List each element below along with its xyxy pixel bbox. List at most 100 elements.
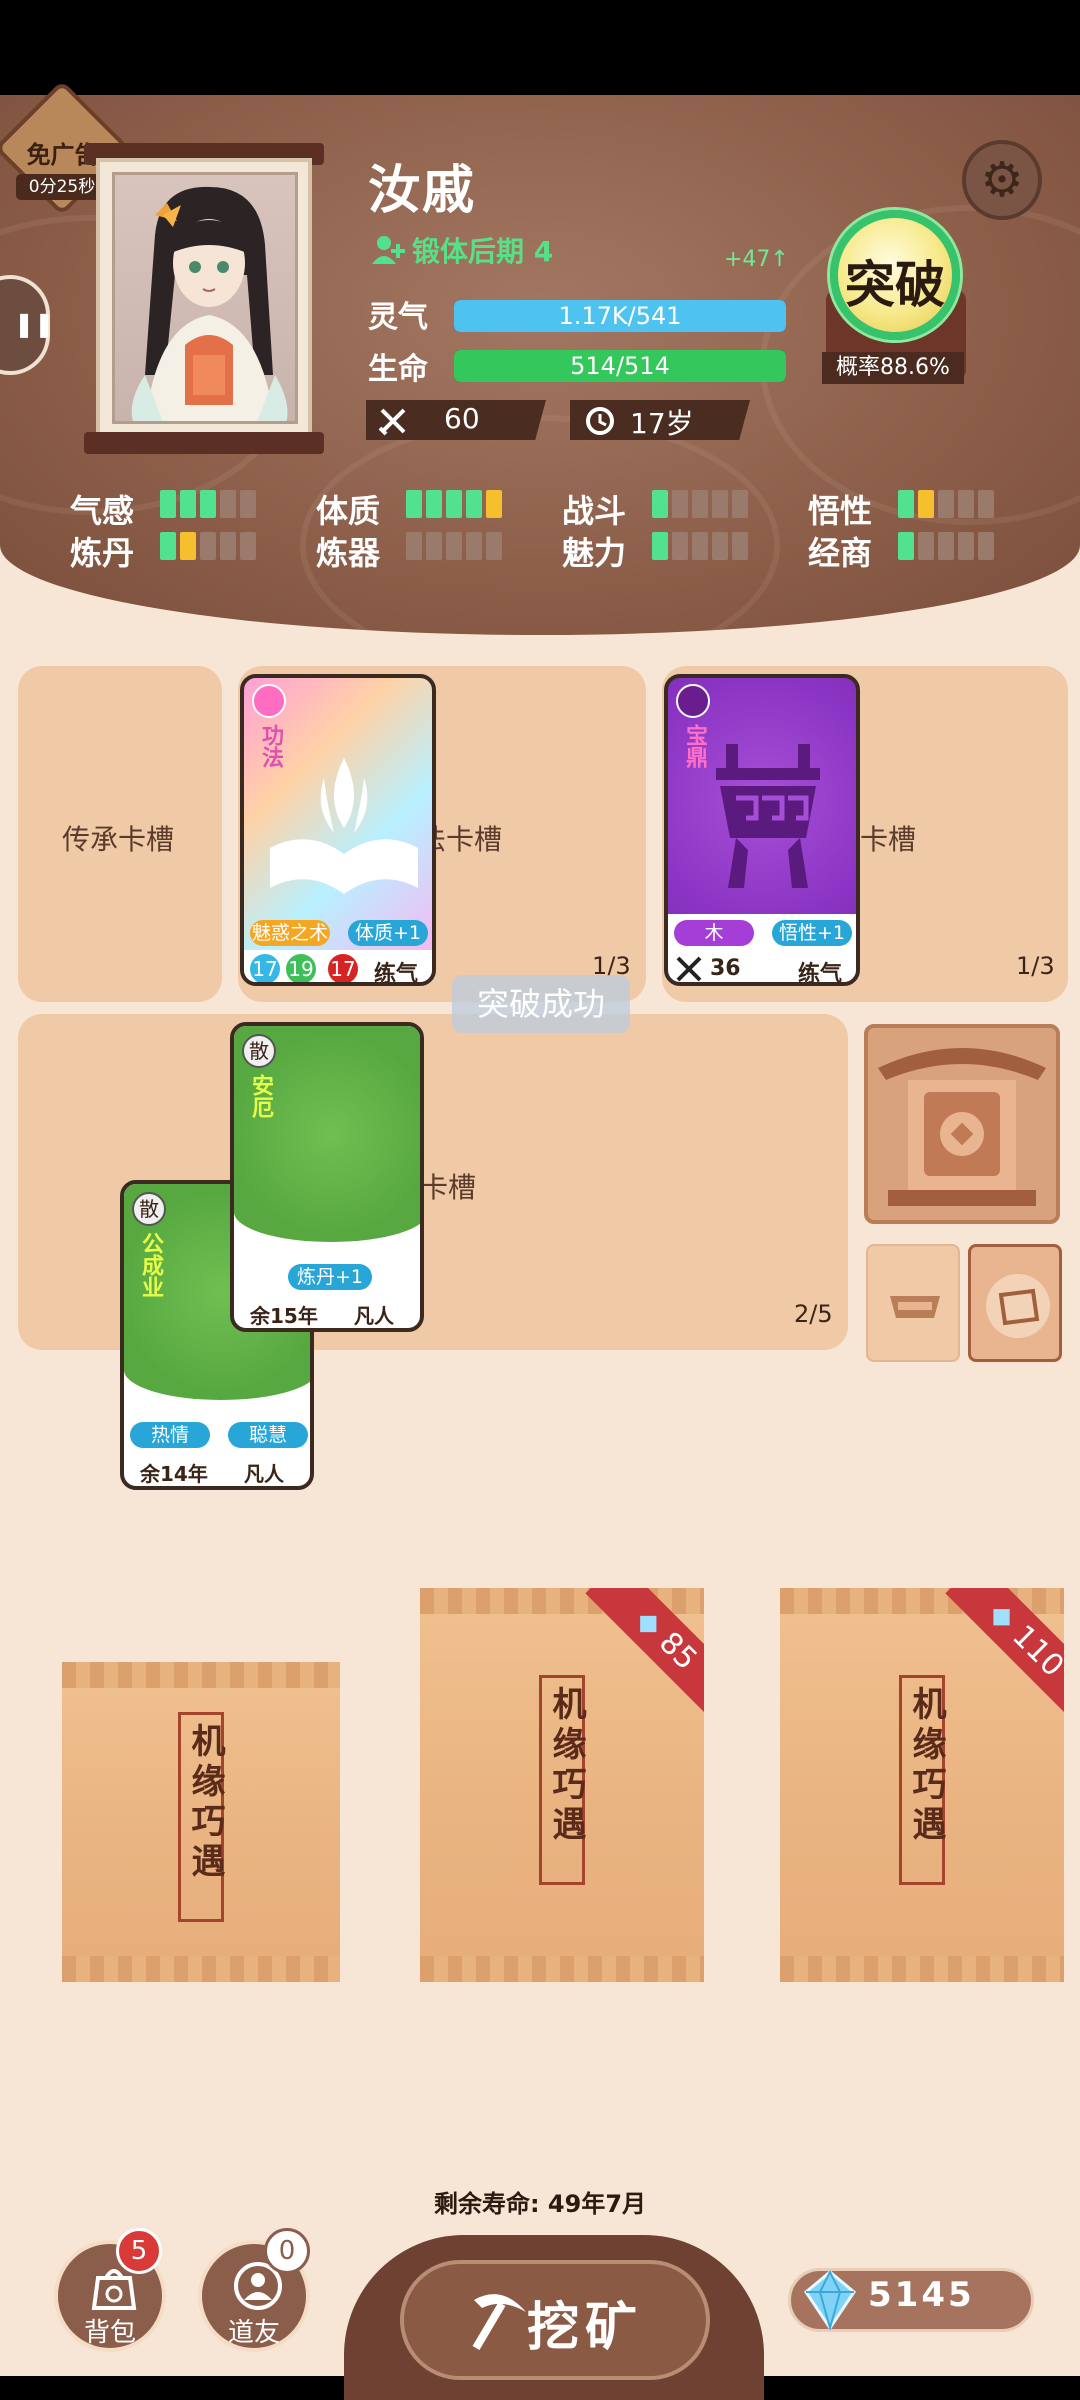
card-pack[interactable]: 机缘巧遇	[62, 1662, 340, 1982]
pack-label-strip: 机缘巧遇	[178, 1712, 225, 1922]
skill-tag-1: 魅惑之术	[250, 920, 330, 946]
treasure-card[interactable]: 宝鼎 木 悟性+1 36 练气	[664, 674, 860, 986]
remaining-lifespan: 剩余寿命: 49年7月	[433, 2190, 647, 2218]
attribute-level-cells	[160, 490, 256, 518]
headband-icon	[890, 1296, 940, 1318]
companion-card-anni[interactable]: 散 安厄 炼丹+1 余15年 凡人	[230, 1022, 424, 1332]
cauldron-icon	[716, 744, 820, 888]
attribute-cell	[160, 532, 176, 560]
card-pack[interactable]: 机缘巧遇 ◆ 110	[780, 1588, 1064, 1982]
attribute-cell	[240, 532, 256, 560]
attribute-level-cells	[652, 532, 748, 560]
power-value: 60	[444, 402, 480, 435]
skill-tag-2: 体质+1	[348, 920, 428, 946]
shrine-icon	[878, 1048, 1046, 1206]
mine-label: 挖矿	[526, 2298, 643, 2358]
crossed-swords-icon	[378, 406, 408, 436]
attribute-label: 炼器	[316, 534, 381, 572]
attribute-level-cells	[406, 532, 502, 560]
gem-count: 5145	[868, 2275, 975, 2315]
companion-slot-count: 2/5	[794, 1300, 833, 1328]
attribute-cell	[220, 532, 236, 560]
character-avatar[interactable]	[112, 172, 298, 424]
skill-card[interactable]: 功法 魅惑之术 体质+1 17 19 17 练气	[240, 674, 436, 986]
breakthrough-success-toast: 突破成功	[452, 975, 630, 1033]
pack-title: 机缘巧遇	[546, 1686, 586, 1846]
skill-num-1: 17	[250, 954, 280, 982]
pack-crimp-top	[62, 1662, 340, 1688]
attribute-cell	[446, 532, 462, 560]
card-pack[interactable]: 机缘巧遇 ◆ 85	[420, 1588, 704, 1982]
attribute-cell	[672, 490, 688, 518]
age-clock-icon	[584, 405, 616, 437]
life-label: 生命	[368, 352, 428, 387]
gong-tag-1: 热情	[130, 1422, 210, 1448]
anni-name: 安厄	[248, 1074, 273, 1118]
attribute-cell	[240, 490, 256, 518]
skill-type-icon	[252, 684, 286, 718]
treasure-slot-label: 卡槽	[860, 823, 917, 856]
attribute-cell	[466, 490, 482, 518]
bag-badge: 5	[116, 2228, 162, 2274]
attribute-cell	[160, 490, 176, 518]
friends-badge: 0	[264, 2228, 310, 2274]
treasure-tag-2: 悟性+1	[772, 920, 852, 946]
pack-title: 机缘巧遇	[906, 1686, 946, 1846]
attribute-cell	[200, 490, 216, 518]
attribute-level-cells	[898, 532, 994, 560]
attribute-cell	[918, 490, 934, 518]
attribute-cell	[712, 532, 728, 560]
cultivation-realm: 锻体后期 4	[412, 235, 554, 268]
attribute-cell	[652, 532, 668, 560]
pack-label-strip: 机缘巧遇	[899, 1675, 946, 1885]
attribute-cell	[200, 532, 216, 560]
skill-num-2: 19	[286, 954, 316, 982]
skill-level: 练气	[374, 962, 419, 986]
attribute-cell	[486, 490, 502, 518]
attribute-cell	[692, 490, 708, 518]
attribute-cell	[426, 490, 442, 518]
attribute-cell	[180, 532, 196, 560]
attribute-cell	[406, 490, 422, 518]
treasure-tag-1: 木	[674, 920, 754, 946]
attribute-cell	[652, 490, 668, 518]
attribute-cell	[938, 490, 954, 518]
attribute-cell	[406, 532, 422, 560]
gong-badge: 散	[132, 1192, 166, 1226]
pack-label-strip: 机缘巧遇	[539, 1675, 586, 1885]
lingqi-bar: 1.17K/541	[454, 300, 786, 332]
attribute-cell	[692, 532, 708, 560]
card-tool-button[interactable]	[866, 1244, 960, 1362]
breakthrough-label: 突破	[845, 256, 945, 314]
attribute-level-cells	[160, 532, 256, 560]
attribute-cell	[220, 490, 236, 518]
inherit-slot-label: 传承卡槽	[62, 823, 175, 856]
attribute-cell	[712, 490, 728, 518]
scroll-button[interactable]	[968, 1244, 1062, 1362]
attribute-cell	[672, 532, 688, 560]
settings-gear-icon[interactable]: ⚙	[962, 140, 1042, 220]
pause-icon: ❚❚	[14, 310, 55, 338]
pack-crimp-bottom	[62, 1956, 340, 1982]
shrine-button[interactable]	[864, 1024, 1060, 1224]
portrait-scroll-rod-bottom	[84, 432, 324, 454]
pack-crimp-bottom	[780, 1956, 1064, 1982]
gong-name: 公成业	[138, 1232, 163, 1298]
life-bar: 514/514	[454, 350, 786, 382]
bag-label: 背包	[83, 2318, 136, 2348]
crossed-swords-icon	[676, 956, 702, 982]
lingqi-label: 灵气	[368, 300, 428, 335]
life-value: 514/514	[570, 352, 670, 380]
treasure-level: 练气	[798, 962, 843, 986]
attribute-label: 气感	[70, 492, 135, 530]
attribute-label: 体质	[316, 492, 381, 530]
open-book-icon	[270, 758, 418, 894]
attribute-level-cells	[406, 490, 502, 518]
attribute-cell	[732, 490, 748, 518]
lingqi-value: 1.17K/541	[558, 302, 682, 330]
attribute-cell	[446, 490, 462, 518]
add-user-icon	[370, 232, 406, 268]
anni-tag-1: 炼丹+1	[288, 1264, 372, 1290]
gem-icon	[804, 2270, 856, 2330]
treasure-type-icon	[676, 684, 710, 718]
